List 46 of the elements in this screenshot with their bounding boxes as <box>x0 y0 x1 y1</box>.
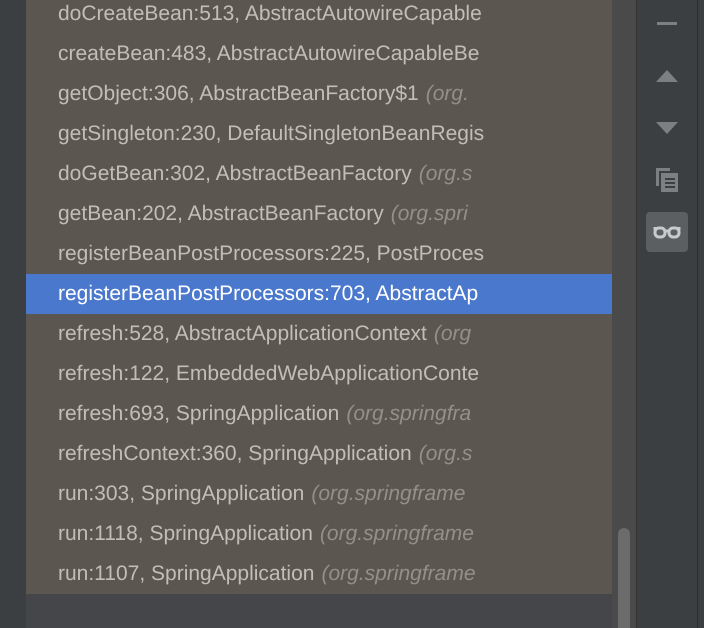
stack-frame-row[interactable]: refresh:122, EmbeddedWebApplicationConte <box>26 354 612 394</box>
frame-method: refresh:693, SpringApplication <box>58 402 340 426</box>
frame-method: getObject:306, AbstractBeanFactory$1 <box>58 82 419 106</box>
glasses-button[interactable] <box>646 212 688 252</box>
stack-frame-row[interactable]: doGetBean:302, AbstractBeanFactory (org.s <box>26 154 612 194</box>
frame-method: doCreateBean:513, AbstractAutowireCapable <box>58 2 482 26</box>
frame-method: doGetBean:302, AbstractBeanFactory <box>58 162 412 186</box>
scrollbar-thumb[interactable] <box>618 528 630 628</box>
stack-frame-row[interactable]: registerBeanPostProcessors:703, AbstractAp <box>26 274 612 314</box>
frame-method: run:1107, SpringApplication <box>58 562 314 586</box>
frame-package: (org.s <box>418 442 472 466</box>
stack-frame-row[interactable]: run:303, SpringApplication (org.springframe <box>26 474 612 514</box>
up-triangle-icon <box>656 70 678 82</box>
frame-package: (org.springframe <box>311 482 466 506</box>
stack-frame-row[interactable]: run:1107, SpringApplication (org.springframe <box>26 554 612 594</box>
frame-method: refresh:528, AbstractApplicationContext <box>58 322 427 346</box>
frame-package: (org.springframe <box>320 522 474 546</box>
stack-frame-row[interactable]: getSingleton:230, DefaultSingletonBeanRegis <box>26 114 612 154</box>
stack-frame-row[interactable]: registerBeanPostProcessors:225, PostProces <box>26 234 612 274</box>
stack-frame-row[interactable]: getBean:202, AbstractBeanFactory (org.spri <box>26 194 612 234</box>
stack-frame-row[interactable]: refresh:693, SpringApplication (org.springfra <box>26 394 612 434</box>
down-triangle-icon <box>656 122 678 134</box>
stack-frame-row[interactable]: run:1118, SpringApplication (org.springframe <box>26 514 612 554</box>
frame-method: createBean:483, AbstractAutowireCapableBe <box>58 42 480 66</box>
frame-method: getBean:202, AbstractBeanFactory <box>58 202 384 226</box>
frame-package: (org <box>434 322 472 346</box>
frame-package: (org.springframe <box>321 562 476 586</box>
stack-frame-row[interactable]: doCreateBean:513, AbstractAutowireCapable <box>26 0 612 34</box>
glasses-icon <box>653 225 681 239</box>
frame-method: registerBeanPostProcessors:225, PostProces <box>58 242 484 266</box>
stack-frame-row[interactable]: getObject:306, AbstractBeanFactory$1 (org. <box>26 74 612 114</box>
frame-package: (org.spri <box>390 202 468 226</box>
frame-package: (org. <box>426 82 469 106</box>
frame-method: run:1118, SpringApplication <box>58 522 313 546</box>
frame-method: registerBeanPostProcessors:703, AbstractAp <box>58 282 478 306</box>
frame-method: refresh:122, EmbeddedWebApplicationConte <box>58 362 480 386</box>
copy-icon <box>656 168 678 192</box>
stack-frame-row[interactable]: refreshContext:360, SpringApplication (org.s <box>26 434 612 474</box>
frame-package: (org.s <box>418 162 472 186</box>
frame-method: getSingleton:230, DefaultSingletonBeanRegis <box>58 122 484 146</box>
minus-icon <box>657 22 677 26</box>
frame-method: refreshContext:360, SpringApplication <box>58 442 412 466</box>
frame-method: run:303, SpringApplication <box>58 482 304 506</box>
stack-frame-row[interactable]: refresh:528, AbstractApplicationContext (org <box>26 314 612 354</box>
stack-frame-row[interactable]: createBean:483, AbstractAutowireCapableBe <box>26 34 612 74</box>
frame-package: (org.springfra <box>346 402 472 426</box>
